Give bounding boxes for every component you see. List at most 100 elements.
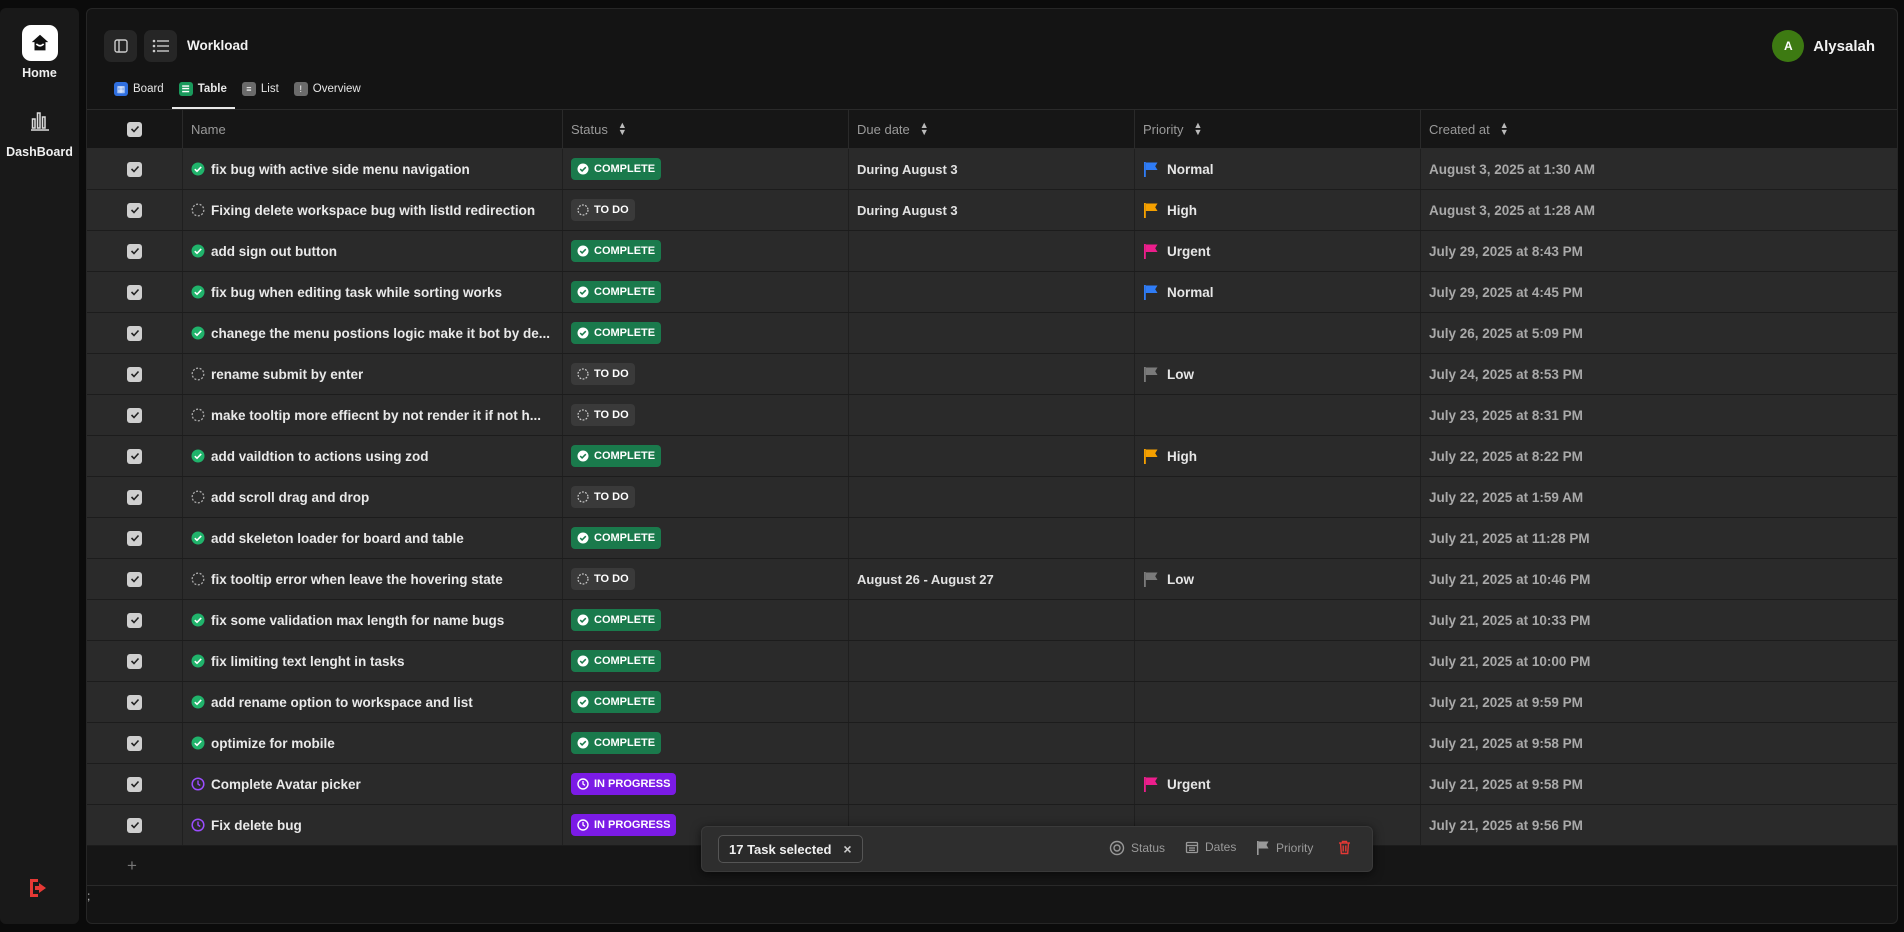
table-row[interactable]: Complete Avatar picker IN PROGRESS Urgen… xyxy=(87,764,1897,805)
status-cell[interactable]: COMPLETE xyxy=(563,149,849,189)
task-name-cell[interactable]: Complete Avatar picker xyxy=(183,764,563,804)
table-row[interactable]: add sign out button COMPLETE Urgent July… xyxy=(87,231,1897,272)
tab-overview[interactable]: ! Overview xyxy=(287,79,369,109)
due-date-cell[interactable]: During August 3 xyxy=(849,190,1135,230)
bulk-dates-button[interactable]: Dates xyxy=(1185,840,1236,854)
status-indicator-icon[interactable] xyxy=(191,777,205,791)
status-indicator-icon[interactable] xyxy=(191,367,205,381)
column-header-due[interactable]: Due date ▲ ▼ xyxy=(849,110,1135,148)
logout-icon[interactable] xyxy=(27,877,51,904)
status-badge[interactable]: COMPLETE xyxy=(571,322,662,344)
status-cell[interactable]: TO DO xyxy=(563,190,849,230)
priority-cell[interactable]: Low xyxy=(1135,559,1421,599)
status-indicator-icon[interactable] xyxy=(191,818,205,832)
status-cell[interactable]: COMPLETE xyxy=(563,272,849,312)
column-header-created[interactable]: Created at ▲ ▼ xyxy=(1421,110,1897,148)
status-cell[interactable]: COMPLETE xyxy=(563,641,849,681)
bulk-status-button[interactable]: Status xyxy=(1109,840,1165,856)
row-checkbox[interactable] xyxy=(127,161,142,177)
task-name-cell[interactable]: rename submit by enter xyxy=(183,354,563,394)
task-name-cell[interactable]: add sign out button xyxy=(183,231,563,271)
due-date-cell[interactable] xyxy=(849,518,1135,558)
status-badge[interactable]: TO DO xyxy=(571,363,635,385)
row-checkbox[interactable] xyxy=(127,284,142,300)
user-menu[interactable]: A Alysalah xyxy=(1772,30,1875,62)
status-cell[interactable]: TO DO xyxy=(563,395,849,435)
status-badge[interactable]: COMPLETE xyxy=(571,527,662,549)
status-cell[interactable]: IN PROGRESS xyxy=(563,764,849,804)
status-indicator-icon[interactable] xyxy=(191,490,205,504)
row-checkbox[interactable] xyxy=(127,325,142,341)
due-date-cell[interactable] xyxy=(849,354,1135,394)
status-badge[interactable]: TO DO xyxy=(571,568,635,590)
row-checkbox[interactable] xyxy=(127,530,142,546)
due-date-cell[interactable] xyxy=(849,231,1135,271)
table-row[interactable]: add rename option to workspace and list … xyxy=(87,682,1897,723)
table-row[interactable]: Fixing delete workspace bug with listId … xyxy=(87,190,1897,231)
menu-list-button[interactable] xyxy=(144,30,177,62)
task-name-cell[interactable]: fix some validation max length for name … xyxy=(183,600,563,640)
table-row[interactable]: add scroll drag and drop TO DO July 22, … xyxy=(87,477,1897,518)
status-indicator-icon[interactable] xyxy=(191,613,205,627)
row-checkbox[interactable] xyxy=(127,489,142,505)
priority-cell[interactable]: Urgent xyxy=(1135,764,1421,804)
status-indicator-icon[interactable] xyxy=(191,531,205,545)
status-badge[interactable]: COMPLETE xyxy=(571,240,662,262)
task-name-cell[interactable]: fix tooltip error when leave the hoverin… xyxy=(183,559,563,599)
row-checkbox[interactable] xyxy=(127,448,142,464)
task-name-cell[interactable]: add scroll drag and drop xyxy=(183,477,563,517)
sort-icon[interactable]: ▲ ▼ xyxy=(1193,121,1202,137)
due-date-cell[interactable] xyxy=(849,436,1135,476)
priority-cell[interactable] xyxy=(1135,313,1421,353)
due-date-cell[interactable]: During August 3 xyxy=(849,149,1135,189)
status-indicator-icon[interactable] xyxy=(191,203,205,217)
tab-table[interactable]: ☰ Table xyxy=(171,79,236,109)
status-indicator-icon[interactable] xyxy=(191,244,205,258)
priority-cell[interactable]: High xyxy=(1135,436,1421,476)
priority-cell[interactable]: Normal xyxy=(1135,149,1421,189)
due-date-cell[interactable]: August 26 - August 27 xyxy=(849,559,1135,599)
task-name-cell[interactable]: fix bug with active side menu navigation xyxy=(183,149,563,189)
task-name-cell[interactable]: make tooltip more effiecnt by not render… xyxy=(183,395,563,435)
row-checkbox[interactable] xyxy=(127,571,142,587)
row-checkbox[interactable] xyxy=(127,817,142,833)
tab-board[interactable]: ▦ Board xyxy=(107,79,172,109)
table-row[interactable]: fix tooltip error when leave the hoverin… xyxy=(87,559,1897,600)
priority-cell[interactable] xyxy=(1135,723,1421,763)
priority-cell[interactable] xyxy=(1135,682,1421,722)
priority-cell[interactable] xyxy=(1135,395,1421,435)
row-checkbox[interactable] xyxy=(127,612,142,628)
status-indicator-icon[interactable] xyxy=(191,162,205,176)
column-header-status[interactable]: Status ▲ ▼ xyxy=(563,110,849,148)
task-name-cell[interactable]: chanege the menu postions logic make it … xyxy=(183,313,563,353)
row-checkbox[interactable] xyxy=(127,243,142,259)
select-all-checkbox[interactable] xyxy=(127,121,142,137)
status-cell[interactable]: COMPLETE xyxy=(563,682,849,722)
status-indicator-icon[interactable] xyxy=(191,572,205,586)
due-date-cell[interactable] xyxy=(849,395,1135,435)
table-row[interactable]: chanege the menu postions logic make it … xyxy=(87,313,1897,354)
priority-cell[interactable] xyxy=(1135,518,1421,558)
status-cell[interactable]: COMPLETE xyxy=(563,600,849,640)
bulk-priority-button[interactable]: Priority xyxy=(1256,840,1313,856)
due-date-cell[interactable] xyxy=(849,600,1135,640)
table-row[interactable]: rename submit by enter TO DO Low July 24… xyxy=(87,354,1897,395)
status-badge[interactable]: COMPLETE xyxy=(571,691,662,713)
due-date-cell[interactable] xyxy=(849,313,1135,353)
row-checkbox[interactable] xyxy=(127,202,142,218)
task-name-cell[interactable]: add vaildtion to actions using zod xyxy=(183,436,563,476)
status-badge[interactable]: IN PROGRESS xyxy=(571,773,677,795)
status-indicator-icon[interactable] xyxy=(191,326,205,340)
table-row[interactable]: add skeleton loader for board and table … xyxy=(87,518,1897,559)
row-checkbox[interactable] xyxy=(127,653,142,669)
status-badge[interactable]: COMPLETE xyxy=(571,732,662,754)
sort-icon[interactable]: ▲ ▼ xyxy=(1500,121,1509,137)
bulk-delete-button[interactable] xyxy=(1338,840,1351,855)
due-date-cell[interactable] xyxy=(849,641,1135,681)
table-row[interactable]: fix bug when editing task while sorting … xyxy=(87,272,1897,313)
status-cell[interactable]: COMPLETE xyxy=(563,518,849,558)
sort-icon[interactable]: ▲ ▼ xyxy=(920,121,929,137)
row-checkbox[interactable] xyxy=(127,694,142,710)
due-date-cell[interactable] xyxy=(849,764,1135,804)
table-row[interactable]: add vaildtion to actions using zod COMPL… xyxy=(87,436,1897,477)
